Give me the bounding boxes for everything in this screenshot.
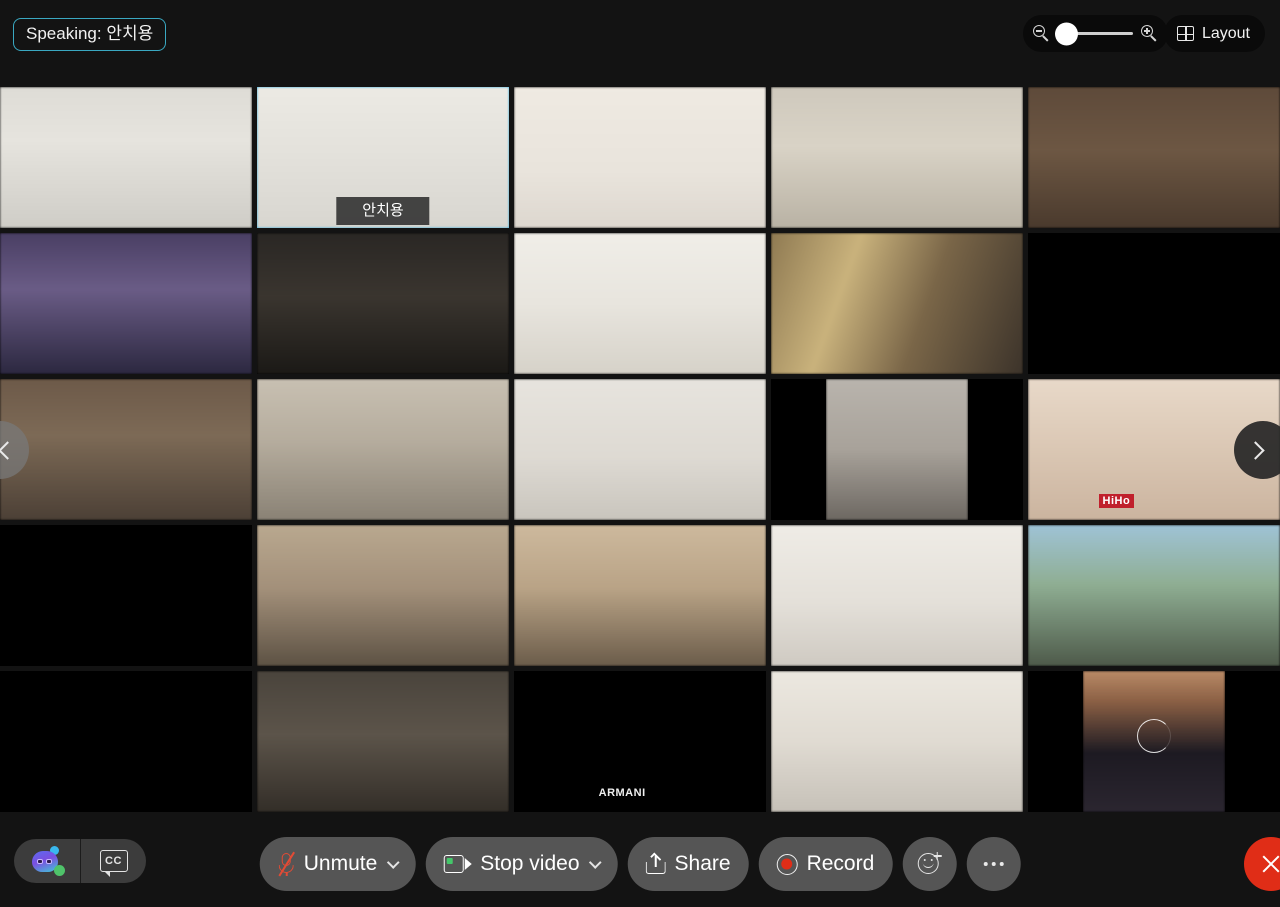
- layout-button[interactable]: Layout: [1163, 15, 1265, 52]
- grid-icon: [1176, 26, 1194, 41]
- video-feed: [771, 87, 1023, 228]
- video-feed: [771, 525, 1023, 666]
- top-bar: Speaking: 안치용 Layout: [0, 0, 1280, 85]
- video-feed: [257, 525, 509, 666]
- stop-video-button[interactable]: Stop video: [425, 837, 618, 891]
- participant-tile[interactable]: [0, 671, 252, 812]
- ai-companion-button[interactable]: [14, 839, 80, 883]
- participant-tile[interactable]: [1028, 233, 1280, 374]
- zoom-out-icon[interactable]: [1033, 25, 1050, 42]
- video-feed: [0, 379, 252, 520]
- participant-tile[interactable]: [771, 525, 1023, 666]
- participant-tile[interactable]: [257, 379, 509, 520]
- more-options-icon: [983, 862, 1004, 866]
- participant-tile[interactable]: [1028, 87, 1280, 228]
- participant-tile[interactable]: [0, 379, 252, 520]
- video-feed: [1028, 525, 1280, 666]
- video-feed: [0, 671, 252, 812]
- participant-tile[interactable]: [514, 525, 766, 666]
- video-feed: [1028, 233, 1280, 374]
- video-grid-area: 안치용 HiHo ARMANI: [0, 87, 1280, 814]
- video-feed: [514, 233, 766, 374]
- participant-tile[interactable]: [514, 379, 766, 520]
- participant-grid: 안치용 HiHo ARMANI: [0, 87, 1280, 812]
- shirt-logo: HiHo: [1098, 494, 1135, 508]
- meeting-window: Speaking: 안치용 Layout 안치용 HiHo ARMANI CC …: [0, 0, 1280, 907]
- bottom-toolbar: CC Unmute Stop video Share Record: [0, 814, 1280, 907]
- participant-tile[interactable]: [771, 87, 1023, 228]
- chevron-left-icon: [0, 440, 17, 460]
- participant-tile[interactable]: [257, 671, 509, 812]
- speaking-indicator: Speaking: 안치용: [13, 18, 167, 51]
- primary-controls: Unmute Stop video Share Record: [259, 837, 1021, 891]
- share-label: Share: [674, 852, 731, 875]
- participant-tile[interactable]: [771, 233, 1023, 374]
- video-feed: [514, 525, 766, 666]
- video-feed: [826, 379, 968, 520]
- microphone-muted-icon: [277, 851, 295, 877]
- video-feed: [0, 87, 252, 228]
- participant-tile[interactable]: [1028, 525, 1280, 666]
- share-screen-icon: [645, 854, 666, 874]
- participant-tile[interactable]: [257, 525, 509, 666]
- layout-button-label: Layout: [1201, 24, 1250, 42]
- video-feed: [514, 87, 766, 228]
- chevron-down-icon[interactable]: [588, 855, 602, 869]
- zoom-slider-thumb[interactable]: [1055, 22, 1078, 45]
- video-feed: [1028, 87, 1280, 228]
- participant-name-badge: 안치용: [336, 197, 430, 225]
- captions-button[interactable]: CC: [80, 839, 146, 883]
- video-feed: [0, 233, 252, 374]
- ai-companion-icon: [30, 846, 65, 876]
- participant-tile[interactable]: [0, 87, 252, 228]
- record-label: Record: [806, 852, 875, 875]
- record-icon: [776, 853, 798, 875]
- video-feed: [771, 671, 1023, 812]
- leave-meeting-button[interactable]: [1244, 837, 1280, 891]
- chevron-right-icon: [1245, 440, 1265, 460]
- participant-tile[interactable]: [257, 233, 509, 374]
- reactions-button[interactable]: [902, 837, 957, 891]
- closed-captions-icon: CC: [99, 850, 128, 877]
- reactions-icon: [917, 852, 942, 876]
- ai-and-captions-group: CC: [14, 839, 146, 883]
- zoom-in-icon[interactable]: [1141, 25, 1158, 42]
- shirt-logo: ARMANI: [598, 787, 646, 799]
- video-feed: [257, 671, 509, 812]
- participant-tile[interactable]: [0, 525, 252, 666]
- participant-tile[interactable]: [1028, 671, 1280, 812]
- video-feed: [771, 233, 1023, 374]
- share-button[interactable]: Share: [627, 837, 749, 891]
- stop-video-label: Stop video: [480, 852, 580, 875]
- video-feed: [257, 379, 509, 520]
- leave-meeting-icon: [1260, 853, 1280, 875]
- loading-spinner-icon: [1137, 718, 1171, 753]
- unmute-label: Unmute: [303, 852, 378, 875]
- record-button[interactable]: Record: [758, 837, 893, 891]
- participant-tile[interactable]: [0, 233, 252, 374]
- video-feed: [257, 233, 509, 374]
- video-feed: [0, 525, 252, 666]
- zoom-slider-control[interactable]: [1023, 15, 1168, 52]
- camera-on-icon: [443, 855, 472, 873]
- captions-label: CC: [99, 850, 128, 872]
- video-feed: [514, 379, 766, 520]
- chevron-down-icon[interactable]: [386, 855, 400, 869]
- unmute-button[interactable]: Unmute: [259, 837, 416, 891]
- more-options-button[interactable]: [966, 837, 1021, 891]
- zoom-slider-track[interactable]: [1055, 22, 1133, 45]
- participant-tile[interactable]: [514, 233, 766, 374]
- participant-tile[interactable]: [771, 379, 1023, 520]
- participant-tile[interactable]: [771, 671, 1023, 812]
- participant-tile[interactable]: ARMANI: [514, 671, 766, 812]
- participant-tile[interactable]: [514, 87, 766, 228]
- participant-tile-active-speaker[interactable]: 안치용: [257, 87, 509, 228]
